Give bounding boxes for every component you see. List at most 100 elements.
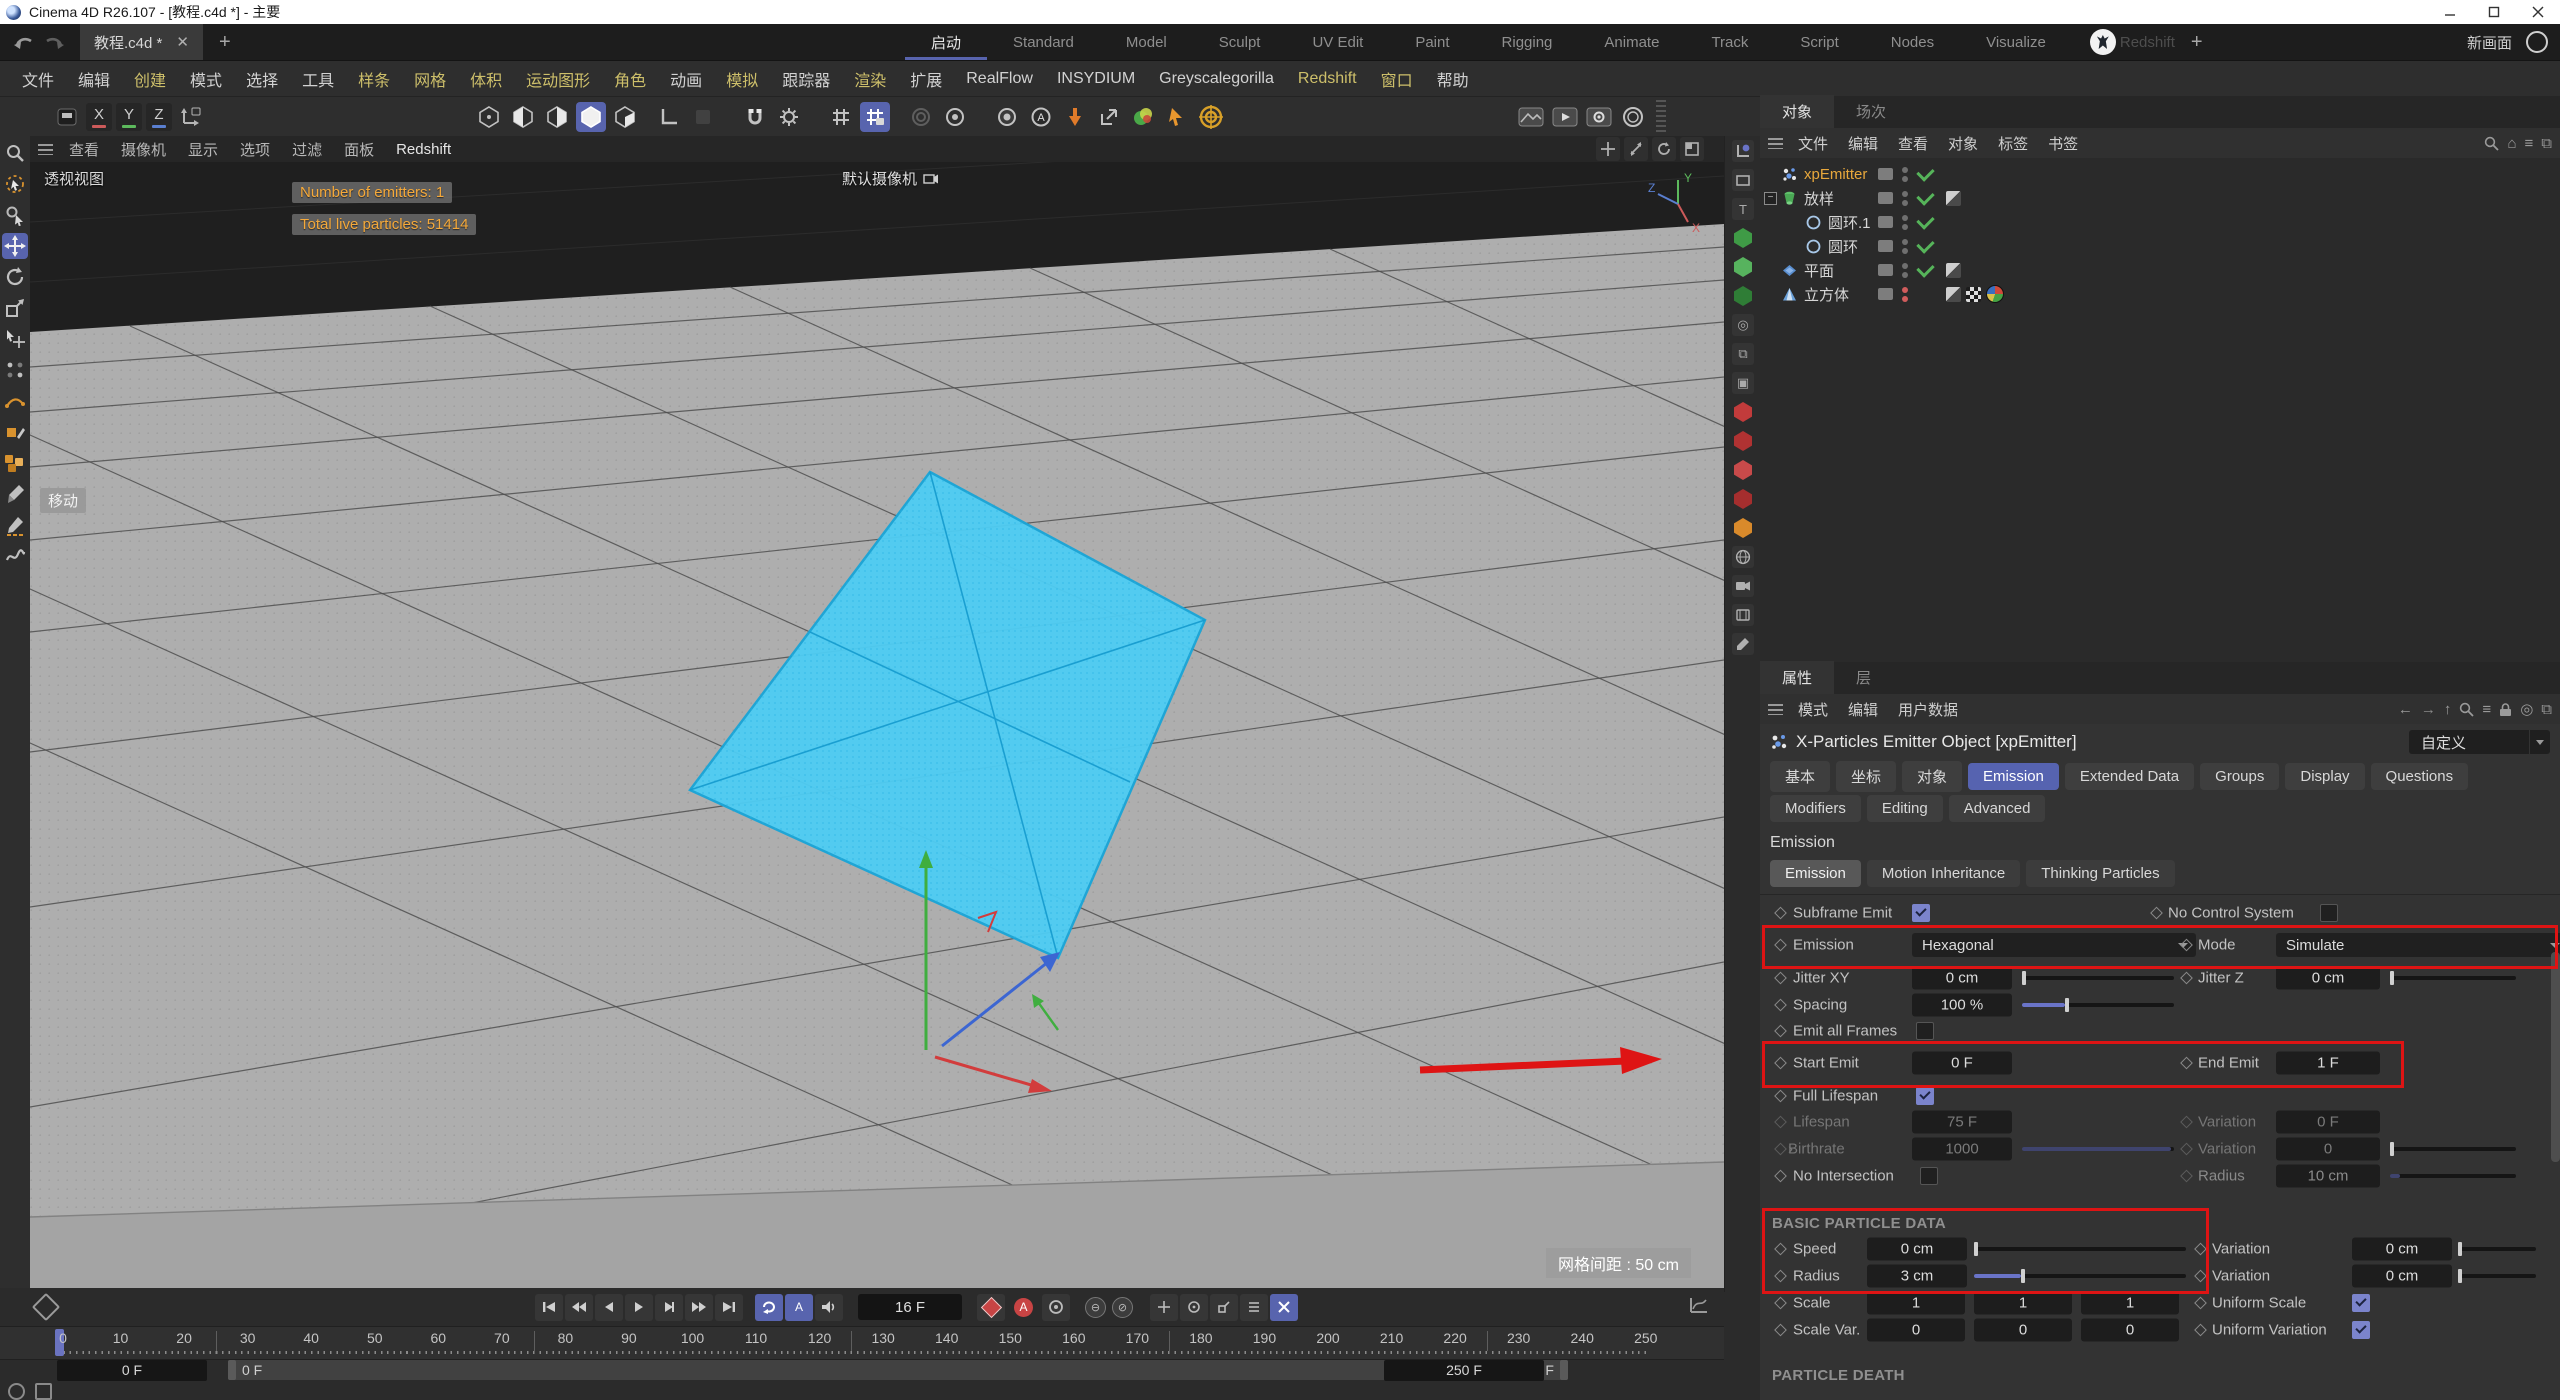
key-parameter-icon[interactable] (1240, 1293, 1268, 1321)
keyframe-mode-icon[interactable]: A (785, 1293, 813, 1321)
preset-dropdown[interactable]: 自定义 (2409, 730, 2550, 754)
layer-chip[interactable] (1878, 288, 1893, 300)
layout-tab-track[interactable]: Track (1685, 24, 1774, 60)
menu-redshift[interactable]: Redshift (1286, 70, 1369, 88)
menu-select[interactable]: 选择 (234, 67, 290, 91)
enabled-check-icon[interactable] (1916, 162, 1935, 182)
tree-row-cube[interactable]: 立方体 (1760, 282, 2560, 306)
om-menu-view[interactable]: 查看 (1889, 133, 1937, 154)
redshift-env-icon[interactable] (1732, 459, 1754, 481)
viewport-canvas[interactable]: 透视视图 默认摄像机 Number of emitters: 1 Total l… (30, 162, 1724, 1288)
om-popout-icon[interactable]: ⧉ (2541, 135, 2552, 152)
keyframe-diamond-icon[interactable] (31, 1292, 61, 1322)
render-settings-icon[interactable] (1584, 102, 1614, 132)
compositing-tag-icon[interactable] (1966, 286, 1981, 302)
z-axis-lock[interactable]: Z (146, 103, 172, 131)
visibility-dots[interactable] (1902, 238, 1908, 254)
toolbar-drag-handle[interactable] (1656, 100, 1666, 134)
globe-icon[interactable] (1732, 546, 1754, 568)
jitter-xy-field[interactable]: 0 cm (1912, 966, 2012, 989)
grid-icon[interactable] (826, 102, 856, 132)
vp-menu-options[interactable]: 选项 (230, 139, 280, 160)
vp-menu-filter[interactable]: 过滤 (282, 139, 332, 160)
spacing-slider[interactable] (2022, 997, 2174, 1012)
coordinates-icon[interactable] (1732, 140, 1754, 162)
menu-mesh[interactable]: 网格 (402, 67, 458, 91)
history-forward-icon[interactable]: → (2421, 701, 2436, 718)
menu-insydium[interactable]: INSYDIUM (1045, 70, 1147, 88)
scale-var-x-field[interactable]: 0 (1867, 1318, 1965, 1341)
range-start-field[interactable]: 0 F (57, 1359, 207, 1381)
loop-mode-icon[interactable] (755, 1293, 783, 1321)
interactive-render-icon[interactable] (1618, 102, 1648, 132)
tab-modifiers[interactable]: Modifiers (1770, 794, 1861, 822)
jitter-z-field[interactable]: 0 cm (2276, 966, 2380, 989)
key-filter-off-icon[interactable] (1270, 1293, 1298, 1321)
subtab-motion-inheritance[interactable]: Motion Inheritance (1866, 859, 2021, 887)
speed-variation-slider[interactable] (2458, 1241, 2536, 1256)
layout-tab-nodes[interactable]: Nodes (1865, 24, 1960, 60)
rectangle-spline-icon[interactable] (2, 419, 28, 445)
tab-editing[interactable]: Editing (1866, 794, 1943, 822)
tree-row-loft[interactable]: − 放样 (1760, 186, 2560, 210)
layout-tab-animate[interactable]: Animate (1578, 24, 1685, 60)
enabled-check-icon[interactable] (1916, 258, 1935, 278)
selection-key-icon[interactable]: ⊖ (1085, 1296, 1106, 1318)
tweak-tool-icon[interactable] (2, 202, 28, 228)
plane-icon[interactable] (1732, 169, 1754, 191)
camera-label[interactable]: 默认摄像机 (842, 168, 939, 189)
menu-animate[interactable]: 动画 (658, 67, 714, 91)
tab-takes[interactable]: 场次 (1834, 95, 1908, 128)
primitive-cubes-icon[interactable] (2, 450, 28, 476)
scale-var-y-field[interactable]: 0 (1974, 1318, 2072, 1341)
vp-menu-panel[interactable]: 面板 (334, 139, 384, 160)
range-slider[interactable]: 0 F 250 F (228, 1360, 1568, 1380)
gear-target-icon[interactable] (940, 102, 970, 132)
live-selection-icon[interactable] (2, 171, 28, 197)
menu-extensions[interactable]: 扩展 (898, 67, 954, 91)
layout-tab-paint[interactable]: Paint (1389, 24, 1475, 60)
layout-tab-model[interactable]: Model (1100, 24, 1193, 60)
lock-icon[interactable] (2499, 702, 2512, 717)
layer-chip[interactable] (1878, 168, 1893, 180)
speed-variation-field[interactable]: 0 cm (2352, 1237, 2452, 1260)
full-lifespan-checkbox[interactable] (1916, 1086, 1934, 1105)
subtab-thinking-particles[interactable]: Thinking Particles (2026, 859, 2175, 887)
text-tool-icon[interactable]: T (1732, 198, 1754, 220)
layout-panel-icon[interactable]: ▣ (1732, 372, 1754, 394)
no-control-system-checkbox[interactable] (2320, 903, 2338, 922)
om-search-icon[interactable] (2484, 136, 2500, 151)
autokey-icon[interactable]: A (1014, 1297, 1033, 1317)
a-badge-icon[interactable]: A (1026, 102, 1056, 132)
render-icon[interactable] (1550, 102, 1580, 132)
menu-render[interactable]: 渲染 (842, 67, 898, 91)
tab-groups[interactable]: Groups (2200, 762, 2280, 790)
collapse-toggle[interactable]: − (1764, 191, 1777, 205)
viewport-burger-icon[interactable] (38, 143, 53, 155)
om-menu-tags[interactable]: 标签 (1989, 133, 2037, 154)
redshift-volume-icon[interactable] (1732, 517, 1754, 539)
subtab-emission[interactable]: Emission (1770, 859, 1861, 887)
pen-line-icon[interactable] (2, 512, 28, 538)
layout-tab-redshift[interactable]: Redshift (2120, 34, 2175, 51)
close-button[interactable] (2516, 0, 2560, 24)
layout-tab-standard[interactable]: Standard (987, 24, 1100, 60)
start-emit-field[interactable]: 0 F (1912, 1051, 2012, 1075)
play-icon[interactable] (625, 1293, 653, 1321)
end-emit-field[interactable]: 1 F (2276, 1051, 2380, 1075)
redshift-light-icon[interactable] (1732, 430, 1754, 452)
edges-mode-icon[interactable] (542, 102, 572, 132)
layout-tab-visualize[interactable]: Visualize (1960, 24, 2072, 60)
search-icon[interactable] (2, 140, 28, 166)
om-menu-file[interactable]: 文件 (1789, 133, 1837, 154)
toggle-view-icon[interactable] (1680, 137, 1704, 161)
prev-frame-icon[interactable] (595, 1293, 623, 1321)
menu-file[interactable]: 文件 (10, 67, 66, 91)
attr-filter-icon[interactable]: ≡ (2482, 701, 2491, 718)
material-tag-icon[interactable] (1986, 285, 2004, 303)
layout-tab-uvedit[interactable]: UV Edit (1286, 24, 1389, 60)
greyscalegorilla-logo-icon[interactable] (2089, 29, 2116, 55)
target-icon[interactable] (906, 102, 936, 132)
tab-objects[interactable]: 对象 (1760, 95, 1835, 128)
attr-menu-edit[interactable]: 编辑 (1839, 699, 1887, 720)
